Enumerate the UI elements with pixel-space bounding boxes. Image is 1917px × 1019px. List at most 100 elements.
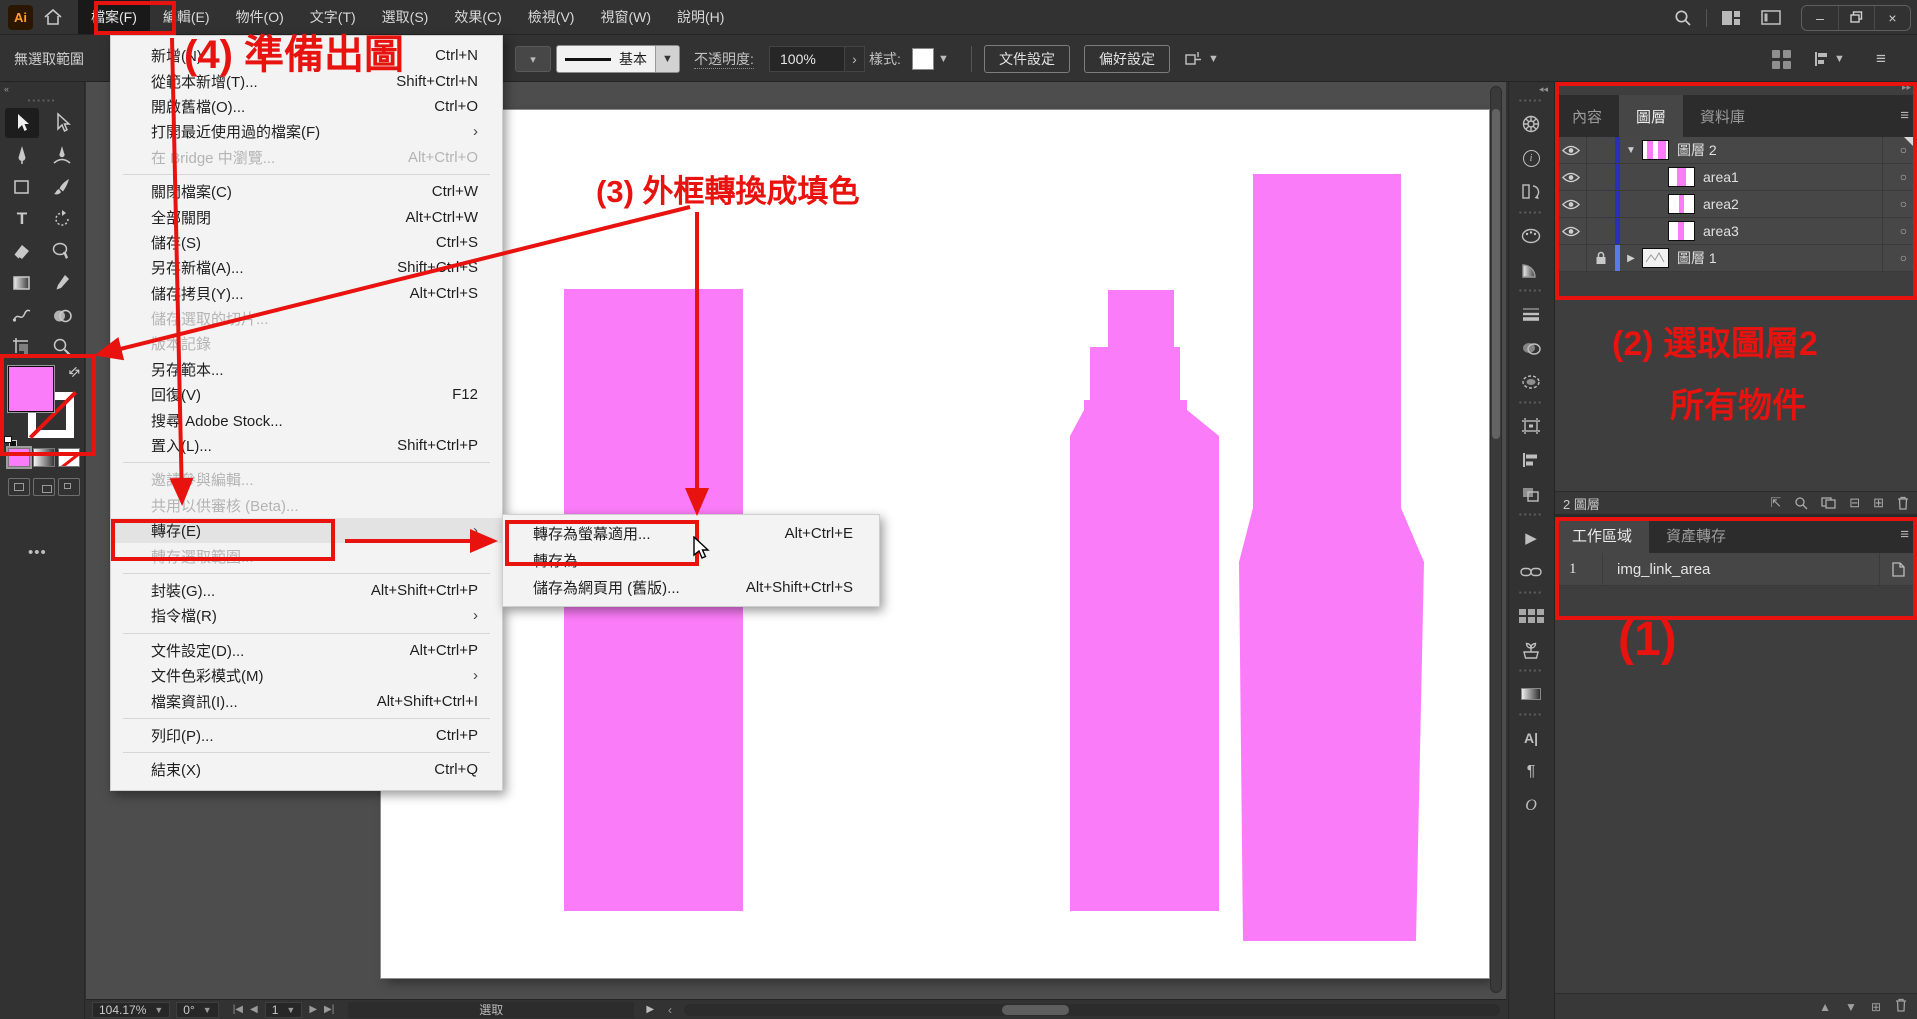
layer-row-area3[interactable]: area3 ○ bbox=[1555, 218, 1917, 245]
draw-inside-button[interactable] bbox=[58, 478, 80, 496]
menu-item-export-as[interactable]: 轉存為... bbox=[503, 547, 879, 574]
collapse-toolbar-icon[interactable]: « bbox=[0, 82, 84, 96]
dock-drag-handle[interactable]: ▪▪▪▪▪ bbox=[1519, 287, 1543, 297]
menu-item-new[interactable]: 新增(N)...Ctrl+N bbox=[111, 43, 502, 68]
home-icon[interactable] bbox=[42, 9, 64, 25]
menu-item-file-info[interactable]: 檔案資訊(I)...Alt+Shift+Ctrl+I bbox=[111, 688, 502, 713]
opentype-panel-icon[interactable]: O bbox=[1509, 789, 1553, 823]
menu-item-print[interactable]: 列印(P)...Ctrl+P bbox=[111, 723, 502, 748]
artboard-name[interactable]: img_link_area bbox=[1603, 561, 1879, 578]
expand-panels-icon[interactable]: ◂◂ bbox=[1509, 82, 1553, 97]
delete-layer-icon[interactable] bbox=[1897, 496, 1909, 510]
menu-item-document-setup[interactable]: 文件設定(D)...Alt+Ctrl+P bbox=[111, 638, 502, 663]
locate-object-icon[interactable] bbox=[1794, 496, 1808, 510]
eraser-tool[interactable] bbox=[5, 236, 39, 266]
vertical-scroll-thumb[interactable] bbox=[1492, 109, 1500, 439]
minimize-button[interactable]: – bbox=[1802, 6, 1838, 30]
menu-effect[interactable]: 效果(C) bbox=[441, 0, 514, 34]
menu-item-save-a-copy[interactable]: 儲存拷貝(Y)...Alt+Ctrl+S bbox=[111, 281, 502, 306]
new-layer-icon[interactable]: ⊞ bbox=[1873, 495, 1884, 511]
align-panel-icon[interactable]: ▼ bbox=[1812, 36, 1845, 82]
workspace-layout-icon[interactable] bbox=[1721, 10, 1741, 26]
target-circle-icon[interactable]: ○ bbox=[1900, 197, 1907, 211]
search-icon[interactable] bbox=[1674, 9, 1692, 27]
edit-toolbar-icon[interactable]: ••• bbox=[0, 544, 85, 561]
layer-thumbnail[interactable] bbox=[1668, 221, 1695, 241]
lock-toggle[interactable] bbox=[1587, 164, 1615, 190]
dock-drag-handle[interactable]: ▪▪▪▪▪ bbox=[1519, 711, 1543, 721]
dock-drag-handle[interactable]: ▪▪▪▪▪ bbox=[1519, 589, 1543, 599]
menu-item-save-as[interactable]: 另存新檔(A)...Shift+Ctrl+S bbox=[111, 255, 502, 280]
delete-artboard-icon[interactable] bbox=[1895, 998, 1907, 1015]
first-artboard-icon[interactable]: |◀ bbox=[233, 1004, 243, 1015]
selection-options-icon[interactable] bbox=[1509, 365, 1553, 399]
menu-item-scripts[interactable]: 指令檔(R)› bbox=[111, 603, 502, 628]
artboards-panel-icon[interactable] bbox=[1509, 409, 1553, 443]
version-history-icon[interactable] bbox=[1509, 175, 1553, 209]
panel-menu-icon[interactable]: ≡ bbox=[1900, 107, 1909, 124]
gradient-fill-button[interactable] bbox=[33, 448, 55, 467]
dock-drag-handle[interactable]: ▪▪▪▪▪ bbox=[1519, 511, 1543, 521]
visibility-toggle[interactable] bbox=[1555, 245, 1587, 271]
curvature-tool[interactable] bbox=[45, 140, 79, 170]
layer-name[interactable]: area3 bbox=[1703, 223, 1739, 239]
artboard-tool[interactable] bbox=[5, 332, 39, 362]
direct-selection-tool[interactable] bbox=[45, 108, 79, 138]
opacity-label[interactable]: 不透明度: bbox=[694, 49, 754, 69]
align-panel-icon[interactable] bbox=[1509, 443, 1553, 477]
menu-item-save-for-web-legacy[interactable]: 儲存為網頁用 (舊版)...Alt+Shift+Ctrl+S bbox=[503, 574, 879, 601]
menu-item-package[interactable]: 封裝(G)...Alt+Shift+Ctrl+P bbox=[111, 578, 502, 603]
pathfinder-panel-icon[interactable] bbox=[1509, 477, 1553, 511]
menu-file[interactable]: 檔案(F) bbox=[78, 0, 150, 34]
visibility-toggle[interactable] bbox=[1555, 191, 1587, 217]
collapse-icon[interactable]: ‹ bbox=[668, 1003, 672, 1017]
style-swatch[interactable] bbox=[912, 48, 934, 70]
collapse-panels-icon[interactable]: ▸▸ bbox=[1555, 82, 1917, 95]
menu-item-revert[interactable]: 回復(V)F12 bbox=[111, 382, 502, 407]
visibility-toggle[interactable] bbox=[1555, 164, 1587, 190]
tab-layers[interactable]: 圖層 bbox=[1619, 95, 1683, 137]
dock-drag-handle[interactable]: ▪▪▪▪▪ bbox=[1519, 667, 1543, 677]
restore-button[interactable] bbox=[1838, 6, 1874, 30]
move-up-icon[interactable]: ▲ bbox=[1819, 1000, 1831, 1014]
chevron-right-icon[interactable]: ▶ bbox=[1620, 253, 1642, 264]
transparency-panel-icon[interactable] bbox=[1509, 331, 1553, 365]
selection-tool[interactable] bbox=[5, 108, 39, 138]
opacity-stepper-icon[interactable]: › bbox=[845, 46, 865, 72]
gradient-panel-icon[interactable] bbox=[1509, 677, 1553, 711]
paragraph-panel-icon[interactable]: ¶ bbox=[1509, 755, 1553, 789]
visibility-toggle[interactable] bbox=[1555, 137, 1587, 163]
rectangle-tool[interactable] bbox=[5, 172, 39, 202]
document-setup-button[interactable]: 文件設定 bbox=[984, 45, 1070, 73]
layer-thumbnail[interactable] bbox=[1642, 248, 1669, 268]
menu-object[interactable]: 物件(O) bbox=[223, 0, 297, 34]
character-panel-icon[interactable]: A| bbox=[1509, 721, 1553, 755]
controlbar-menu-icon[interactable]: ≡ bbox=[1876, 36, 1886, 82]
layer-thumbnail[interactable] bbox=[1642, 140, 1669, 160]
chevron-down-icon[interactable]: ▼ bbox=[1620, 145, 1642, 156]
tab-properties[interactable]: 內容 bbox=[1555, 95, 1619, 137]
shape-builder-tool[interactable] bbox=[45, 300, 79, 330]
color-fill-button[interactable] bbox=[8, 448, 30, 467]
info-icon[interactable]: i bbox=[1509, 141, 1553, 175]
menu-select[interactable]: 選取(S) bbox=[369, 0, 442, 34]
target-circle-icon[interactable]: ○ bbox=[1900, 224, 1907, 238]
document-grid-icon[interactable] bbox=[1772, 36, 1791, 82]
visibility-toggle[interactable] bbox=[1555, 218, 1587, 244]
last-artboard-icon[interactable]: ▶| bbox=[324, 1004, 334, 1015]
horizontal-scrollbar[interactable] bbox=[684, 1004, 1500, 1016]
swap-fill-stroke-icon[interactable]: ⇆ bbox=[65, 362, 84, 381]
tab-libraries[interactable]: 資料庫 bbox=[1683, 95, 1762, 137]
symbols-panel-icon[interactable] bbox=[1509, 633, 1553, 667]
menu-view[interactable]: 檢視(V) bbox=[515, 0, 588, 34]
menu-item-exit[interactable]: 結束(X)Ctrl+Q bbox=[111, 757, 502, 782]
default-swatches-icon[interactable] bbox=[4, 436, 18, 448]
menu-item-close[interactable]: 關閉檔案(C)Ctrl+W bbox=[111, 179, 502, 204]
layer-row-layer1[interactable]: ▶ 圖層 1 ○ bbox=[1555, 245, 1917, 272]
rotation-select[interactable]: 0°▼ bbox=[176, 1002, 218, 1018]
actions-panel-icon[interactable]: ▶ bbox=[1509, 521, 1553, 555]
menu-item-save-as-template[interactable]: 另存範本... bbox=[111, 357, 502, 382]
dock-drag-handle[interactable]: ▪▪▪▪▪ bbox=[1519, 97, 1543, 107]
move-down-icon[interactable]: ▼ bbox=[1845, 1000, 1857, 1014]
menu-item-save[interactable]: 儲存(S)Ctrl+S bbox=[111, 230, 502, 255]
